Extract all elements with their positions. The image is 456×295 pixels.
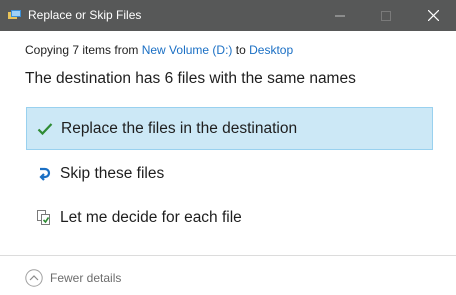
minimize-button[interactable]	[317, 0, 363, 31]
replace-skip-dialog: Replace or Skip Files Copying 7 items fr…	[0, 0, 456, 295]
fewer-details-toggle[interactable]: Fewer details	[25, 268, 121, 288]
file-compare-icon	[35, 209, 53, 227]
fewer-details-label: Fewer details	[50, 271, 122, 285]
checkmark-icon	[36, 120, 54, 138]
copy-info: Copying 7 items from New Volume (D:) to …	[25, 43, 293, 57]
chevron-up-icon	[25, 269, 43, 287]
title-bar[interactable]: Replace or Skip Files	[0, 0, 456, 31]
minimize-icon	[335, 15, 345, 16]
replace-files-label: Replace the files in the destination	[61, 119, 298, 137]
decide-each-option[interactable]: Let me decide for each file	[26, 196, 433, 239]
copy-middle: to	[235, 43, 246, 57]
skip-files-label: Skip these files	[60, 164, 165, 182]
maximize-button[interactable]	[363, 0, 409, 31]
close-icon	[427, 10, 439, 21]
replace-files-option[interactable]: Replace the files in the destination	[26, 107, 433, 150]
destination-link[interactable]: Desktop	[249, 43, 293, 57]
skip-files-option[interactable]: Skip these files	[26, 152, 433, 195]
copy-folder-icon	[8, 10, 21, 19]
source-link[interactable]: New Volume (D:)	[142, 43, 233, 57]
footer-divider	[0, 255, 456, 256]
close-button[interactable]	[410, 0, 456, 31]
skip-arrow-icon	[35, 165, 53, 183]
conflict-headline: The destination has 6 files with the sam…	[25, 70, 356, 87]
maximize-icon	[381, 10, 391, 21]
decide-each-label: Let me decide for each file	[60, 208, 242, 226]
copy-prefix: Copying 7 items from	[25, 43, 139, 57]
window-title: Replace or Skip Files	[28, 8, 142, 22]
